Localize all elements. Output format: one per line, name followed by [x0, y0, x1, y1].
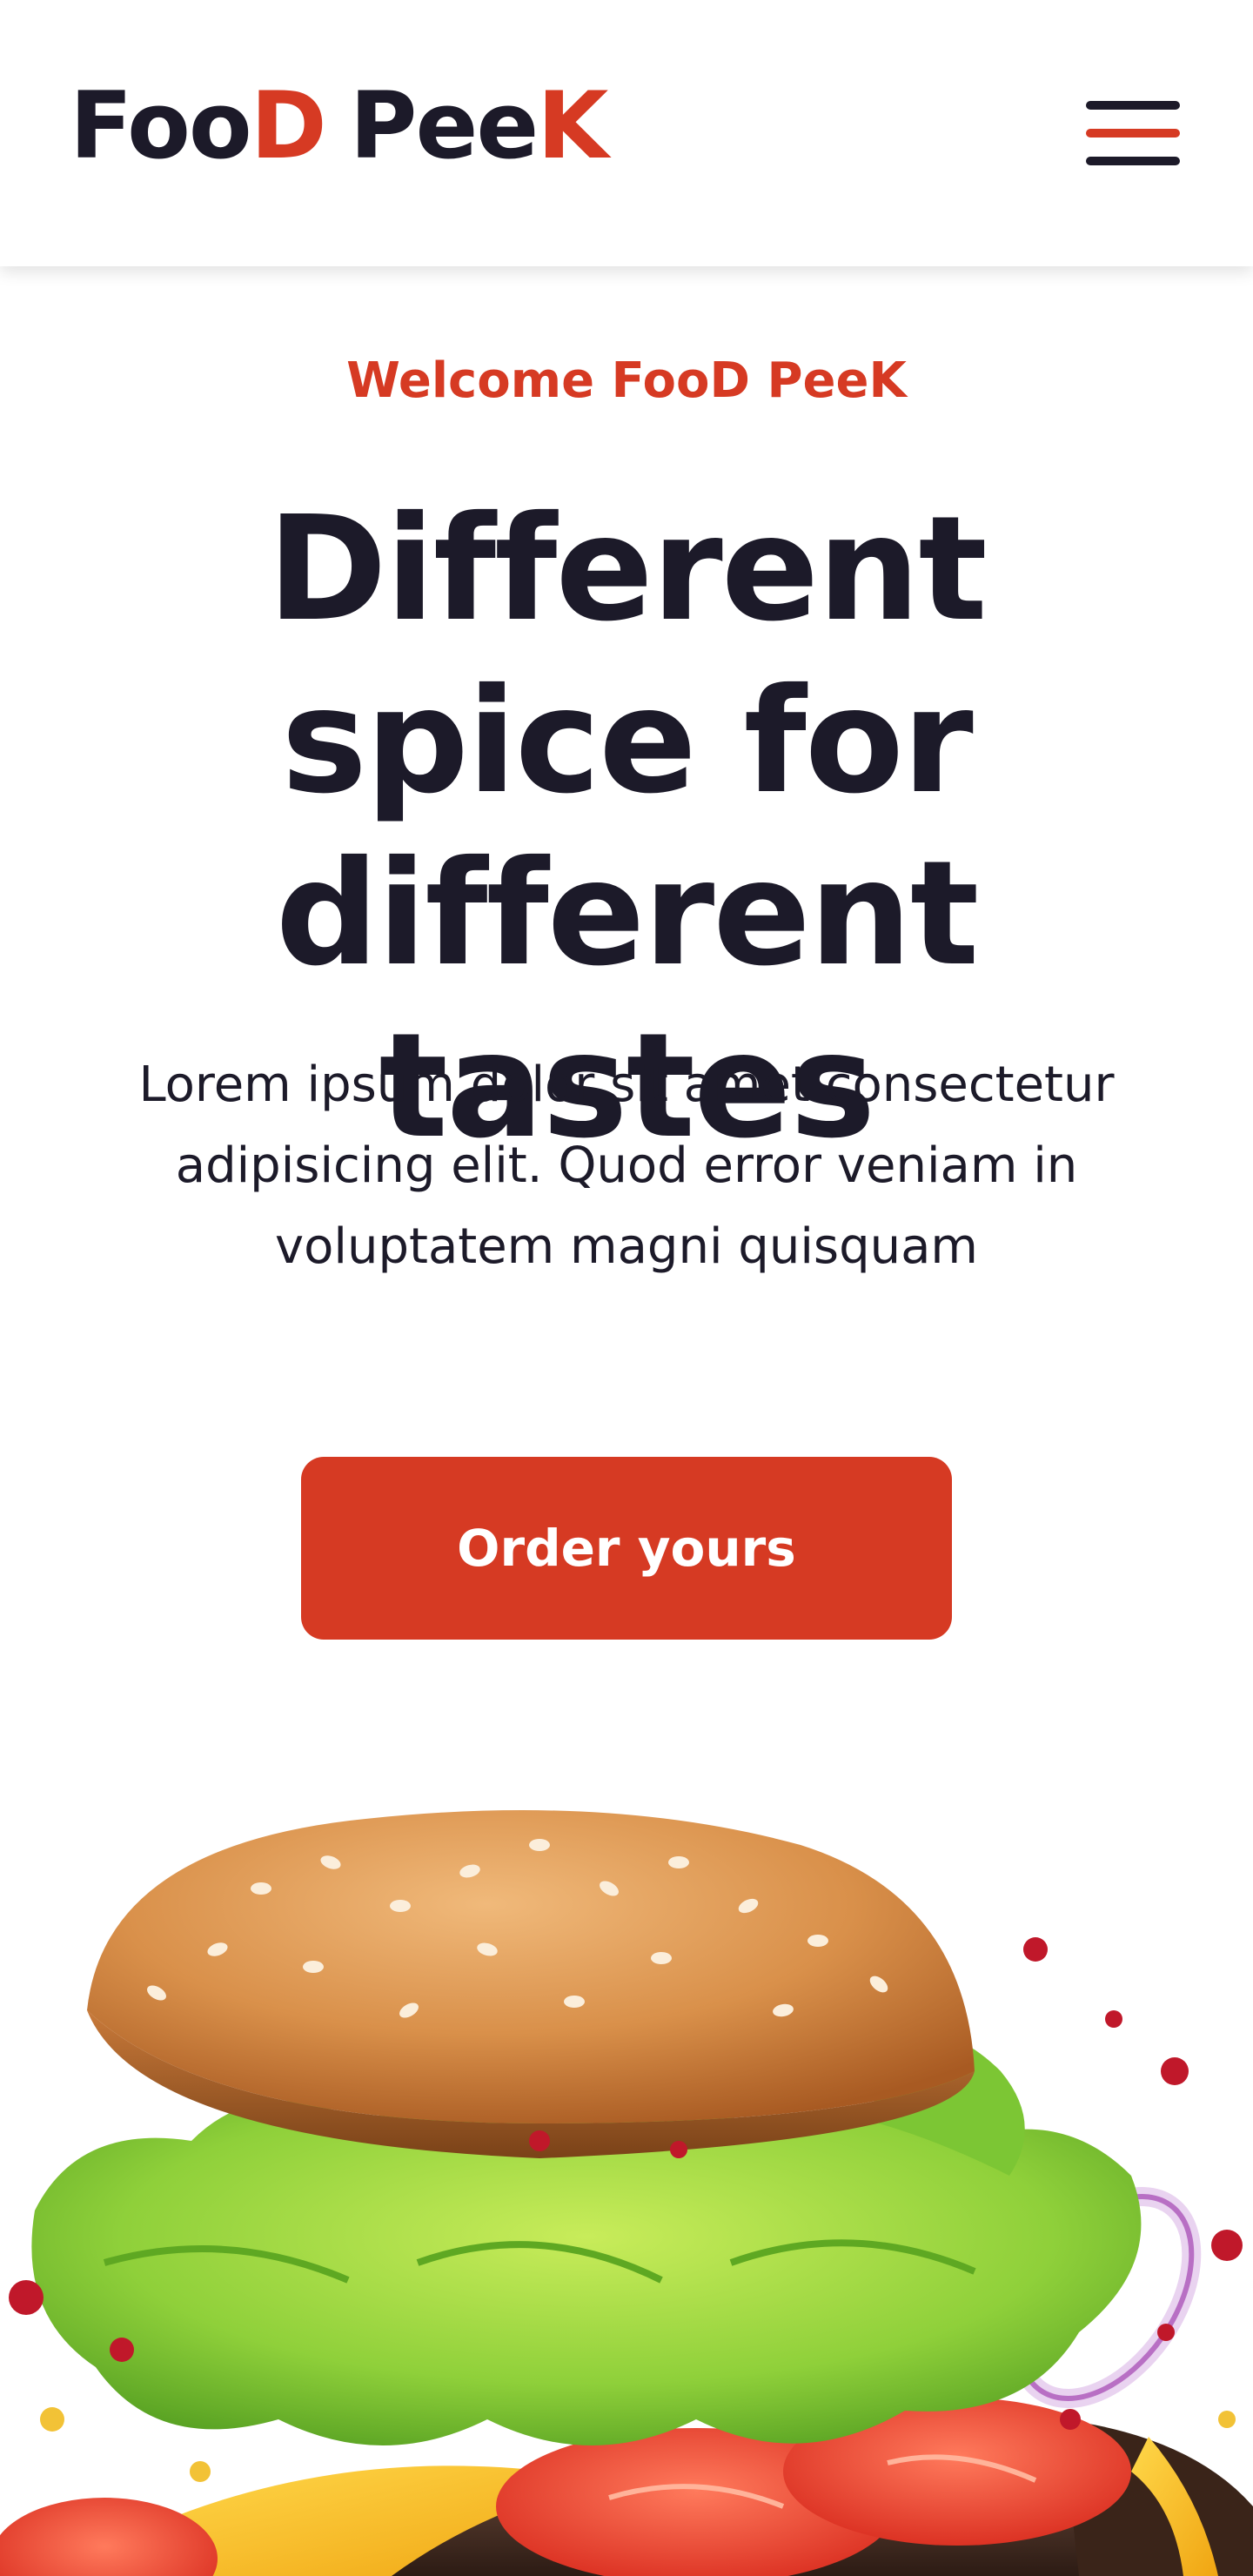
burger-image	[0, 1810, 1253, 2576]
menu-bar-bottom	[1086, 157, 1180, 165]
logo-part-4: K	[537, 72, 608, 179]
logo-part-2: D	[250, 72, 327, 179]
hero-eyebrow: Welcome FooD PeeK	[346, 352, 907, 409]
menu-bar-top	[1086, 101, 1180, 110]
menu-bar-middle	[1086, 129, 1180, 138]
hamburger-menu-icon[interactable]	[1082, 97, 1183, 169]
hero-description: Lorem ipsum dolor sit amet consectetur a…	[138, 1057, 1115, 1275]
logo-part-3: Pee	[349, 72, 539, 179]
logo[interactable]: FooD PeeK	[70, 80, 608, 172]
site-header: FooD PeeK	[0, 0, 1253, 266]
order-yours-button[interactable]: Order yours	[301, 1457, 952, 1640]
logo-part-1: Foo	[70, 72, 252, 179]
